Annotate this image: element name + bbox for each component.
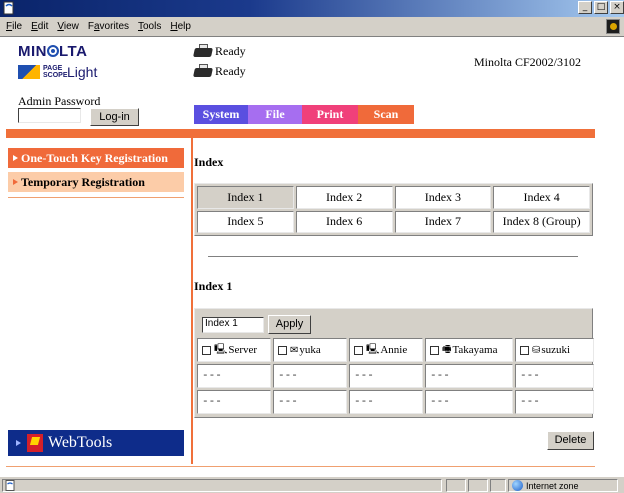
tab-system[interactable]: System [194,105,248,124]
status-text-1: Ready [215,43,246,58]
window-controls: _ □ × [578,1,624,14]
printer-status-1: Ready [193,43,246,59]
destination-annie: 🖳 Annie [349,338,423,362]
model-name: Minolta CF2002/3102 [474,55,582,69]
menu-help[interactable]: Help [170,21,191,32]
header-divider [6,129,595,138]
page-content: MIN LTA PAGE SCOPE Light Ready Ready Minol… [0,38,624,476]
destination-checkbox[interactable] [202,345,211,355]
status-pane [446,479,466,492]
index-2-link[interactable]: Index 2 [295,186,393,209]
printer-icon [193,64,213,78]
sidebar-divider [191,138,193,464]
computer-icon: 🖳 [214,343,228,355]
main-tabs: System File Print Scan [194,105,414,124]
entry-section-title: Index 1 [194,279,233,293]
empty-slot[interactable]: --- [273,364,347,388]
window-titlebar: _ □ × [0,0,624,17]
pagescope-mark-icon [18,65,40,79]
mail-icon: ✉ [290,344,299,356]
destination-server: 🖳 Server [197,338,271,362]
destination-checkbox[interactable] [278,345,287,355]
minimize-button[interactable]: _ [578,1,592,14]
status-pane [468,479,488,492]
menu-file[interactable]: File [6,21,22,32]
empty-slot[interactable]: --- [197,364,271,388]
close-button[interactable]: × [610,1,624,14]
sidebar-rule [8,197,184,198]
status-text-pane [2,479,442,492]
sidebar-item-one-touch-key-registration[interactable]: One-Touch Key Registration [8,148,184,168]
menu-edit[interactable]: Edit [31,21,48,32]
apply-button[interactable]: Apply [268,315,311,334]
empty-slot[interactable]: --- [349,364,423,388]
index-7-link[interactable]: Index 7 [394,210,492,233]
database-icon: ⛁ [532,344,541,356]
index-name-input[interactable]: Index 1 [202,316,264,333]
minolta-logo: MIN LTA [18,43,88,60]
destination-checkbox[interactable] [430,345,439,355]
ie-page-icon [3,1,14,15]
minolta-o-icon [47,45,59,57]
menu-bar: File Edit View Favorites Tools Help [0,17,624,37]
destination-takayama: 🖷 Takayama [425,338,513,362]
footer-rule [6,466,595,467]
admin-password-label: Admin Password [18,94,101,108]
page-done-icon [5,480,15,491]
printer-icon [193,44,213,58]
empty-slot[interactable]: --- [515,364,594,388]
destination-checkbox[interactable] [354,345,363,355]
fax-icon: 🖷 [442,343,452,355]
tab-print[interactable]: Print [302,105,358,124]
computer-icon: 🖳 [366,343,380,355]
destination-checkbox[interactable] [520,345,529,355]
empty-slot[interactable]: --- [273,390,347,414]
index-6-link[interactable]: Index 6 [295,210,393,233]
webtools-link[interactable]: WebTools [8,430,184,456]
destination-grid: 🖳 Server ✉ yuka 🖳 Annie 🖷 Takayama ⛁ suzuki -… [197,338,594,414]
index-5-link[interactable]: Index 5 [197,210,294,233]
status-text-2: Ready [215,63,246,78]
pagescope-line2: SCOPE [43,72,68,79]
admin-password-input[interactable] [18,108,81,123]
tab-scan[interactable]: Scan [358,105,414,124]
maximize-button[interactable]: □ [594,1,608,14]
destination-suzuki: ⛁ suzuki [515,338,594,362]
login-button[interactable]: Log-in [90,108,139,126]
delete-button[interactable]: Delete [547,431,594,450]
arrow-right-icon [13,155,18,161]
index-4-link[interactable]: Index 4 [493,186,590,209]
pagescope-light-logo: PAGE SCOPE Light [18,64,97,80]
security-zone-pane: Internet zone [508,479,618,492]
status-pane [490,479,506,492]
empty-slot[interactable]: --- [425,390,513,414]
menu-view[interactable]: View [57,21,79,32]
empty-slot[interactable]: --- [349,390,423,414]
tab-file[interactable]: File [248,105,302,124]
easy-webtools-icon [27,434,43,452]
menu-favorites[interactable]: Favorites [88,21,129,32]
destination-yuka: ✉ yuka [273,338,347,362]
index-3-link[interactable]: Index 3 [394,186,492,209]
index-8-group-link[interactable]: Index 8 (Group) [493,210,590,233]
arrow-right-icon [16,440,21,446]
destination-table: Index 1 Apply 🖳 Server ✉ yuka 🖳 Annie 🖷 Taka… [194,308,594,418]
empty-slot[interactable]: --- [425,364,513,388]
status-bar: Internet zone [0,476,624,493]
sidebar-item-temporary-registration[interactable]: Temporary Registration [8,172,184,192]
pagescope-product-name: Light [67,64,98,80]
index-section-title: Index [194,155,224,169]
menu-tools[interactable]: Tools [138,21,161,32]
index-selector-table: Index 1 Index 2 Index 3 Index 4 Index 5 … [194,183,593,236]
printer-status-2: Ready [193,63,246,79]
arrow-right-icon [13,179,18,185]
internet-zone-icon [512,480,523,491]
section-separator [208,256,578,258]
index-name-row: Index 1 Apply [197,311,590,338]
empty-slot[interactable]: --- [197,390,271,414]
index-1-link[interactable]: Index 1 [197,186,294,209]
empty-slot[interactable]: --- [515,390,594,414]
pagescope-line1: PAGE [43,65,63,72]
windows-logo-icon [606,19,620,34]
